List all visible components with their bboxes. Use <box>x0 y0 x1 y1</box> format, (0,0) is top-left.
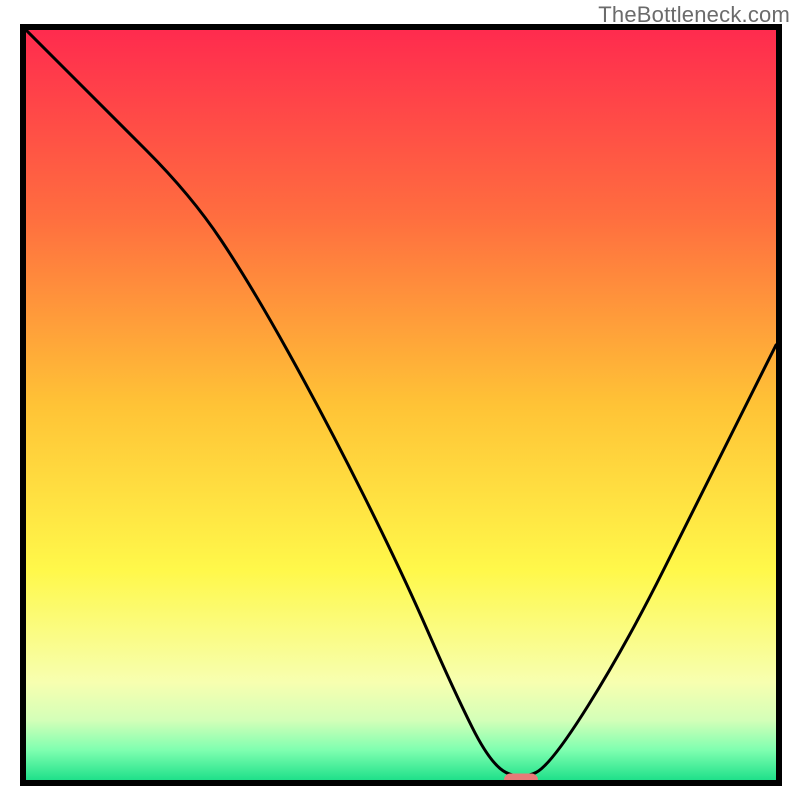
chart-frame <box>20 24 782 786</box>
curve-svg <box>26 30 776 780</box>
optimal-point-marker <box>504 774 538 787</box>
bottleneck-curve-line <box>26 30 776 776</box>
watermark-label: TheBottleneck.com <box>598 2 790 28</box>
